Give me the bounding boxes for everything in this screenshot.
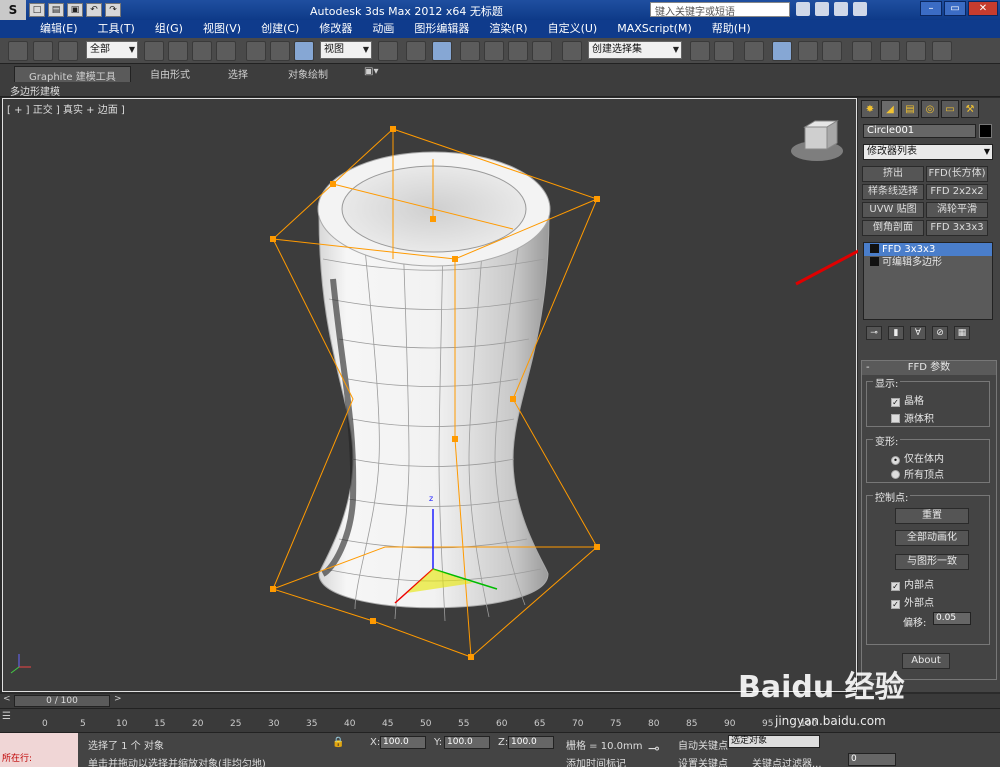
remove-modifier-icon[interactable]: ⊘ (932, 326, 948, 340)
tick-label: 85 (686, 719, 698, 729)
lock-icon[interactable]: 🔒 (332, 737, 344, 748)
hierarchy-tab-icon[interactable]: ▤ (901, 100, 919, 118)
z-label: Z: (498, 737, 509, 748)
tick-label: 75 (610, 719, 622, 729)
stack-item-editable-poly[interactable]: 可编辑多边形 (864, 256, 992, 269)
tick-label: 90 (724, 719, 736, 729)
lattice-checkbox[interactable]: ✓ 晶格 (891, 392, 924, 407)
animate-all-button[interactable]: 全部动画化 (895, 530, 969, 546)
tick-label: 25 (230, 719, 242, 729)
key-filters-button[interactable]: 关键点过滤器... (752, 755, 822, 767)
maxscript-label: 所在行: (2, 754, 33, 764)
motion-tab-icon[interactable]: ◎ (921, 100, 939, 118)
prompt-line: 单击并拖动以选择并缩放对象(非均匀地) (88, 759, 266, 767)
tick-label: 55 (458, 719, 470, 729)
offset-label: 偏移: (903, 618, 927, 629)
configure-sets-icon[interactable]: ▦ (954, 326, 970, 340)
mod-button-turbosmooth[interactable]: 涡轮平滑 (926, 202, 988, 218)
rollout-header[interactable]: - FFD 参数 (862, 361, 996, 375)
tick-label: 35 (306, 719, 318, 729)
maxscript-listener[interactable]: 所在行: (0, 733, 78, 767)
baidu-url: jingyan.baidu.com (775, 714, 886, 728)
outside-points-checkbox[interactable]: ✓ 外部点 (891, 594, 934, 609)
x-field[interactable]: 100.0 (380, 736, 426, 749)
prev-frame-icon[interactable]: < (3, 694, 11, 704)
pin-stack-icon[interactable]: ⊸ (866, 326, 882, 340)
inside-points-checkbox[interactable]: ✓ 内部点 (891, 576, 934, 591)
set-key-button[interactable]: 设置关键点 (678, 755, 728, 767)
ffd-params-rollout: - FFD 参数 显示: ✓ 晶格 源体积 变形: • 仅在体内 所有顶点 控制点:… (861, 360, 997, 680)
tick-label: 30 (268, 719, 280, 729)
control-points-title: 控制点: (873, 489, 911, 504)
modifier-list-dropdown[interactable]: 修改器列表 (863, 144, 993, 160)
about-button[interactable]: About (902, 653, 950, 669)
tick-label: 10 (116, 719, 128, 729)
make-unique-icon[interactable]: ∀ (910, 326, 926, 340)
all-vertices-radio[interactable]: 所有顶点 (891, 466, 944, 481)
source-volume-checkbox[interactable]: 源体积 (891, 410, 934, 425)
offset-spinner[interactable]: 0.05 (933, 612, 971, 625)
tick-label: 5 (80, 719, 86, 729)
tick-label: 0 (42, 719, 48, 729)
selection-status: 选择了 1 个 对象 (88, 741, 164, 752)
display-group-title: 显示: (873, 375, 901, 390)
reset-button[interactable]: 重置 (895, 508, 969, 524)
current-frame-field[interactable]: 0 (848, 753, 896, 766)
y-field[interactable]: 100.0 (444, 736, 490, 749)
mod-button-bevel-profile[interactable]: 倒角剖面 (862, 220, 924, 236)
command-panel: ✸ ◢ ▤ ◎ ▭ ⚒ Circle001 修改器列表 挤出 FFD(长方体) … (858, 98, 1000, 692)
modifier-stack: FFD 3x3x3 可编辑多边形 (863, 242, 993, 320)
command-panel-tabs: ✸ ◢ ▤ ◎ ▭ ⚒ (858, 100, 1000, 120)
tick-label: 15 (154, 719, 166, 729)
mini-curve-icon[interactable]: ☰ (2, 711, 11, 722)
next-frame-icon[interactable]: > (114, 694, 122, 704)
control-points-group: 控制点: 重置 全部动画化 与图形一致 ✓ 内部点 ✓ 外部点 偏移: 0.05 (866, 489, 990, 645)
modify-tab-icon[interactable]: ◢ (881, 100, 899, 118)
only-in-volume-radio[interactable]: • 仅在体内 (891, 450, 944, 465)
display-tab-icon[interactable]: ▭ (941, 100, 959, 118)
stack-toolbar: ⊸ ▮ ∀ ⊘ ▦ (866, 326, 970, 340)
z-field[interactable]: 100.0 (508, 736, 554, 749)
mod-button-extrude[interactable]: 挤出 (862, 166, 924, 182)
mod-button-spline-select[interactable]: 样条线选择 (862, 184, 924, 200)
status-bar: 所在行: 选择了 1 个 对象 单击并拖动以选择并缩放对象(非均匀地) 🔒 X:… (0, 732, 1000, 767)
mod-button-uvw-map[interactable]: UVW 贴图 (862, 202, 924, 218)
create-tab-icon[interactable]: ✸ (861, 100, 879, 118)
deform-group: 变形: • 仅在体内 所有顶点 (866, 433, 990, 483)
tick-label: 20 (192, 719, 204, 729)
conform-to-shape-button[interactable]: 与图形一致 (895, 554, 969, 570)
y-label: Y: (434, 737, 443, 748)
object-name-field[interactable]: Circle001 (863, 124, 976, 138)
tick-label: 80 (648, 719, 660, 729)
display-group: 显示: ✓ 晶格 源体积 (866, 375, 990, 427)
selection-set-dropdown[interactable]: 选定对象 (728, 735, 820, 748)
object-color-swatch[interactable] (979, 124, 992, 138)
tick-label: 95 (762, 719, 774, 729)
bulb-icon[interactable] (870, 257, 879, 266)
stack-item-ffd[interactable]: FFD 3x3x3 (864, 243, 992, 256)
deform-group-title: 变形: (873, 433, 901, 448)
grid-size: 栅格 = 10.0mm (566, 741, 643, 752)
mod-button-ffd-3x3x3[interactable]: FFD 3x3x3 (926, 220, 988, 236)
tick-label: 40 (344, 719, 356, 729)
add-time-tag[interactable]: 添加时间标记 (566, 755, 626, 767)
tick-label: 70 (572, 719, 584, 729)
mod-button-ffd-box[interactable]: FFD(长方体) (926, 166, 988, 182)
tick-label: 65 (534, 719, 546, 729)
collapse-icon: - (866, 362, 870, 373)
tick-label: 60 (496, 719, 508, 729)
tick-label: 45 (382, 719, 394, 729)
baidu-watermark: Baidu 经验 (738, 670, 905, 705)
time-slider[interactable]: 0 / 100 (14, 695, 110, 707)
utilities-tab-icon[interactable]: ⚒ (961, 100, 979, 118)
auto-key-button[interactable]: 自动关键点 (678, 737, 728, 752)
show-end-result-icon[interactable]: ▮ (888, 326, 904, 340)
mod-button-ffd-2x2x2[interactable]: FFD 2x2x2 (926, 184, 988, 200)
annotation-overlay (795, 192, 1000, 286)
tick-label: 50 (420, 719, 432, 729)
x-label: X: (370, 737, 381, 748)
key-icon[interactable]: ⊸ (648, 741, 660, 757)
bulb-icon[interactable] (870, 244, 879, 253)
